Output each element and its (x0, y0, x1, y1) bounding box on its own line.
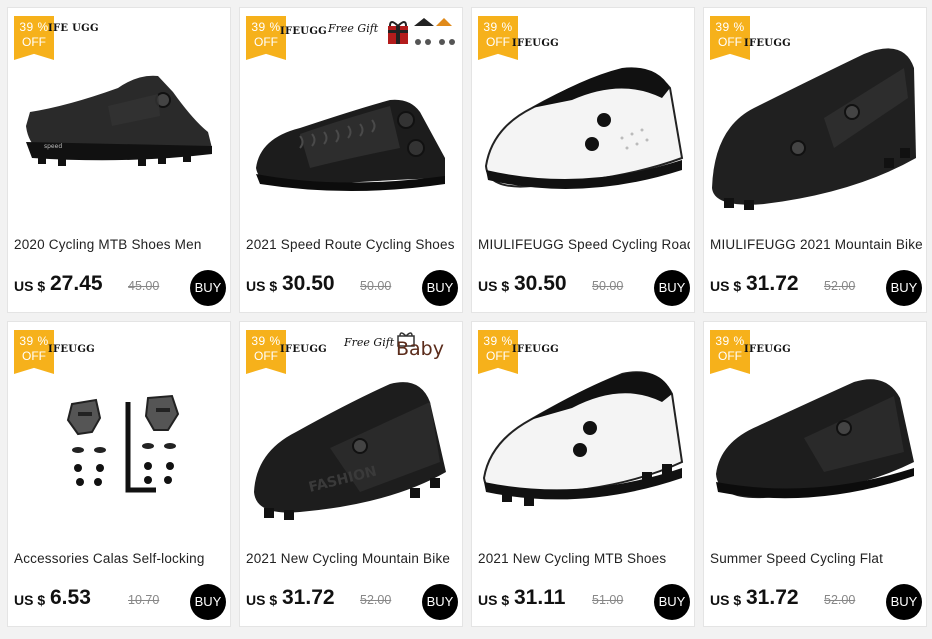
brand-logo: IFEUGG (512, 38, 560, 49)
price-row: US $ 30.50 50.00 BUY (478, 270, 690, 306)
buy-button[interactable]: BUY (886, 584, 922, 620)
sale-price: 27.45 (50, 272, 103, 295)
svg-text:speed: speed (44, 143, 62, 150)
currency-label: US $ (710, 278, 742, 294)
price-row: US $ 6.53 10.70 BUY (14, 584, 226, 620)
product-title[interactable]: Accessories Calas Self-locking (14, 551, 226, 566)
product-card[interactable]: 39 % OFF IFEUGG Accessories Calas Self-l… (7, 321, 231, 627)
currency-label: US $ (478, 278, 510, 294)
price-row: US $ 31.72 52.00 BUY (246, 584, 458, 620)
price-row: US $ 30.50 50.00 BUY (246, 270, 458, 306)
product-card[interactable]: 39 % OFF IFEUGG Free Gift 2021 Speed Rou… (239, 7, 463, 313)
product-card[interactable]: speed 39 % OFF IFE UGG 2020 Cycling MTB … (7, 7, 231, 313)
baby-label: Baby (396, 338, 444, 360)
price-row: US $ 31.72 52.00 BUY (710, 584, 922, 620)
sale-price: 6.53 (50, 586, 91, 609)
currency-label: US $ (14, 592, 46, 608)
product-card[interactable]: 39 % OFF IFEUGG 2021 New Cycling MTB Sho… (471, 321, 695, 627)
buy-button[interactable]: BUY (190, 584, 226, 620)
product-card[interactable]: FASHION 39 % OFF IFEUGG Free Gift Baby 2… (239, 321, 463, 627)
buy-button[interactable]: BUY (654, 584, 690, 620)
original-price: 52.00 (360, 593, 392, 607)
currency-label: US $ (246, 592, 278, 608)
free-gift-label: Free Gift (344, 336, 395, 349)
buy-button[interactable]: BUY (654, 270, 690, 306)
gift-box-icon (388, 18, 455, 45)
sale-price: 30.50 (514, 272, 567, 295)
discount-badge: 39 % OFF (246, 16, 286, 60)
price-row: US $ 27.45 45.00 BUY (14, 270, 226, 306)
product-title[interactable]: MIULIFEUGG 2021 Mountain Bike (710, 237, 922, 252)
sale-price: 31.11 (514, 586, 566, 609)
brand-logo: IFEUGG (512, 344, 560, 355)
currency-label: US $ (14, 278, 46, 294)
original-price: 50.00 (360, 279, 392, 293)
price-row: US $ 31.11 51.00 BUY (478, 584, 690, 620)
original-price: 52.00 (824, 279, 856, 293)
product-grid: speed 39 % OFF IFE UGG 2020 Cycling MTB … (0, 0, 932, 639)
product-title[interactable]: 2021 New Cycling Mountain Bike (246, 551, 458, 566)
sale-price: 31.72 (282, 586, 335, 609)
price-row: US $ 31.72 52.00 BUY (710, 270, 922, 306)
original-price: 50.00 (592, 279, 624, 293)
product-title[interactable]: MIULIFEUGG Speed Cycling Road (478, 237, 690, 252)
product-card[interactable]: 39 % OFF IFEUGG MIULIFEUGG Speed Cycling… (471, 7, 695, 313)
free-gift-label: Free Gift (328, 22, 379, 35)
brand-logo: IFEUGG (744, 344, 792, 355)
product-title[interactable]: Summer Speed Cycling Flat (710, 551, 922, 566)
currency-label: US $ (710, 592, 742, 608)
original-price: 51.00 (592, 593, 624, 607)
buy-button[interactable]: BUY (422, 584, 458, 620)
brand-logo: IFE UGG (48, 23, 99, 34)
original-price: 52.00 (824, 593, 856, 607)
sale-price: 30.50 (282, 272, 335, 295)
sale-price: 31.72 (746, 586, 799, 609)
sale-price: 31.72 (746, 272, 799, 295)
original-price: 45.00 (128, 279, 160, 293)
currency-label: US $ (246, 278, 278, 294)
currency-label: US $ (478, 592, 510, 608)
brand-logo: IFEUGG (280, 26, 328, 37)
buy-button[interactable]: BUY (190, 270, 226, 306)
product-card[interactable]: 39 % OFF IFEUGG MIULIFEUGG 2021 Mountain… (703, 7, 927, 313)
product-title[interactable]: 2021 New Cycling MTB Shoes (478, 551, 690, 566)
original-price: 10.70 (128, 593, 160, 607)
product-title[interactable]: 2020 Cycling MTB Shoes Men (14, 237, 226, 252)
buy-button[interactable]: BUY (422, 270, 458, 306)
product-title[interactable]: 2021 Speed Route Cycling Shoes (246, 237, 458, 252)
brand-logo: IFEUGG (48, 344, 96, 355)
brand-logo: IFEUGG (280, 344, 328, 355)
buy-button[interactable]: BUY (886, 270, 922, 306)
product-card[interactable]: 39 % OFF IFEUGG Summer Speed Cycling Fla… (703, 321, 927, 627)
brand-logo: IFEUGG (744, 38, 792, 49)
